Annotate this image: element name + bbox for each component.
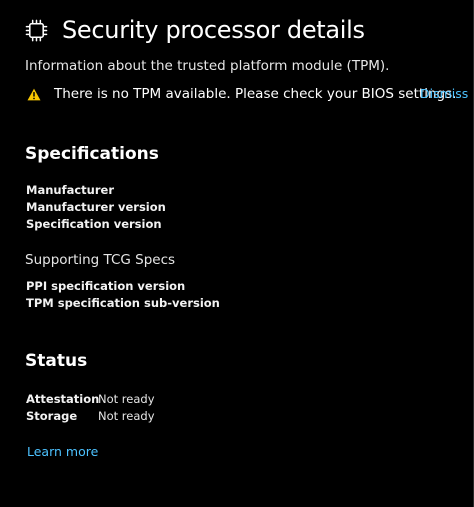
attestation-value: Not ready bbox=[98, 392, 155, 406]
warning-message: There is no TPM available. Please check … bbox=[54, 86, 457, 102]
security-processor-details-page: Security processor details Information a… bbox=[0, 0, 474, 507]
status-heading: Status bbox=[25, 351, 88, 371]
ppi-specification-version-label: PPI specification version bbox=[26, 279, 186, 293]
tpm-specification-sub-version-label: TPM specification sub-version bbox=[26, 296, 220, 310]
storage-value: Not ready bbox=[98, 409, 155, 423]
status-table: Attestation Not ready Storage Not ready bbox=[26, 391, 155, 425]
storage-label: Storage bbox=[26, 409, 78, 423]
page-description: Information about the trusted platform m… bbox=[25, 58, 390, 74]
dismiss-link[interactable]: Dismiss bbox=[420, 85, 468, 103]
manufacturer-label: Manufacturer bbox=[26, 183, 114, 197]
page-title: Security processor details bbox=[62, 16, 365, 44]
learn-more-link[interactable]: Learn more bbox=[27, 443, 98, 461]
attestation-label: Attestation bbox=[26, 392, 100, 406]
specifications-list: Manufacturer Manufacturer version Specif… bbox=[26, 182, 166, 233]
manufacturer-version-label: Manufacturer version bbox=[26, 200, 166, 214]
tpm-warning-banner: There is no TPM available. Please check … bbox=[27, 84, 456, 104]
tcg-specs-heading: Supporting TCG Specs bbox=[25, 252, 176, 268]
specification-version-label: Specification version bbox=[26, 217, 162, 231]
chip-icon bbox=[25, 19, 48, 41]
page-header: Security processor details bbox=[25, 12, 365, 48]
tcg-specs-list: PPI specification version TPM specificat… bbox=[26, 278, 220, 312]
specifications-heading: Specifications bbox=[25, 144, 159, 164]
warning-icon bbox=[27, 88, 41, 100]
